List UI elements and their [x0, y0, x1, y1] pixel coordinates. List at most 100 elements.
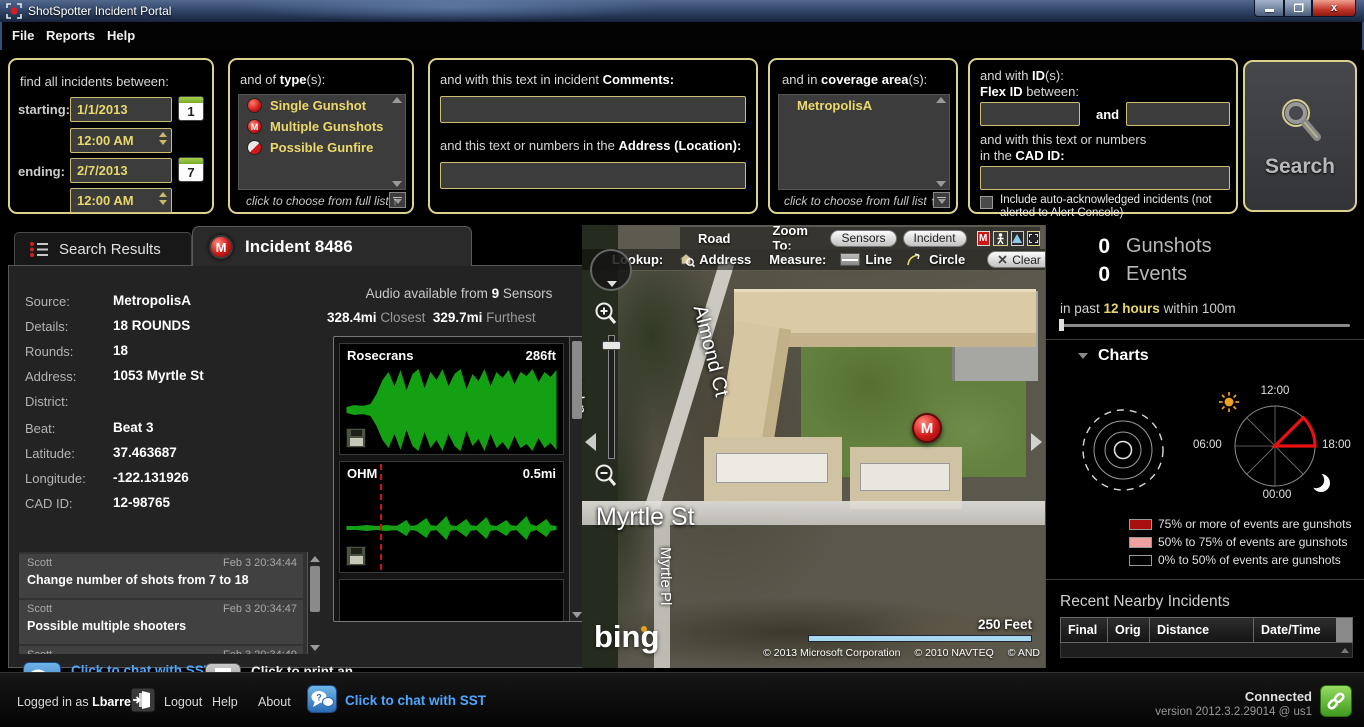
flex-id-to-input[interactable] — [1126, 102, 1230, 126]
map-pan-control[interactable] — [590, 249, 632, 291]
comments-scrollbar[interactable] — [307, 552, 321, 654]
address-filter-input[interactable] — [440, 162, 746, 189]
map-zoom-handle[interactable] — [602, 341, 621, 350]
close-button[interactable]: x — [1312, 0, 1356, 17]
person-icon[interactable] — [993, 231, 1008, 246]
date-panel-title: find all incidents between: — [20, 74, 169, 89]
connection-link-icon[interactable] — [1320, 685, 1352, 717]
starting-date-input[interactable]: 1/1/2013 — [70, 97, 172, 122]
measure-line-button[interactable]: Line — [840, 252, 892, 267]
coverage-item-metropolisa[interactable]: MetropolisA — [779, 95, 949, 116]
pan-right-arrow[interactable] — [1031, 433, 1042, 451]
type-item-multiple-gunshots[interactable]: M Multiple Gunshots — [239, 116, 405, 137]
comments-filter-input[interactable] — [440, 96, 746, 123]
tab-search-results[interactable]: Search Results — [14, 232, 192, 266]
measure-clear-button[interactable]: Clear — [987, 251, 1045, 268]
chat-icon[interactable]: ? — [307, 685, 337, 713]
field-value: 37.463687 — [113, 445, 177, 460]
save-audio-icon[interactable] — [346, 546, 366, 566]
coverage-listbox: MetropolisA — [778, 94, 950, 190]
map-scale-label: 250 Feet — [922, 617, 1032, 632]
coverage-panel-footer[interactable]: click to choose from full list ↑ — [784, 194, 936, 208]
sensor-audio-card-clipped[interactable] — [339, 579, 564, 622]
zoom-to-incident-button[interactable]: Incident — [903, 230, 967, 247]
column-header-datetime: Date/Time — [1254, 618, 1336, 642]
cad-id-input[interactable] — [980, 166, 1230, 190]
sensor-triangle-icon[interactable] — [1011, 231, 1024, 246]
type-panel-title: and of type(s): — [240, 72, 325, 87]
field-value: -122.131926 — [113, 470, 189, 485]
sensor-audio-card[interactable]: Rosecrans 286ft — [339, 343, 564, 455]
events-label: Events — [1126, 263, 1187, 286]
coverage-list-scrollbar[interactable] — [935, 97, 947, 187]
road-view-button[interactable]: Road — [698, 231, 731, 246]
flex-id-from-input[interactable] — [980, 102, 1080, 126]
zoom-in-button[interactable] — [594, 301, 618, 327]
starting-calendar-button[interactable]: 1 — [178, 96, 204, 121]
comment-time: Feb 3 20:34:49 — [223, 649, 297, 654]
sensor-distance: 0.5mi — [523, 466, 556, 481]
select-region-icon[interactable] — [1027, 231, 1040, 246]
incident-type-panel: and of type(s): Single Gunshot M Multipl… — [228, 58, 414, 214]
comment-author: Scott — [27, 603, 52, 615]
sensor-audio-card[interactable]: OHM 0.5mi — [339, 461, 564, 573]
list-icon — [29, 241, 49, 258]
ending-date-input[interactable]: 2/7/2013 — [70, 158, 172, 183]
menu-file[interactable]: File — [12, 28, 34, 43]
logout-icon[interactable] — [130, 687, 156, 713]
menu-reports[interactable]: Reports — [46, 28, 95, 43]
maximize-icon — [1294, 4, 1303, 12]
zoom-to-sensors-button[interactable]: Sensors — [830, 230, 896, 247]
about-button[interactable]: About — [258, 695, 291, 709]
field-value: MetropolisA — [113, 293, 191, 308]
sensor-name: OHM — [347, 466, 377, 481]
starting-time-input[interactable]: 12:00 AM — [70, 128, 172, 153]
time-spinner[interactable] — [159, 132, 167, 145]
cad-id-label-line1: and with this text or numbers — [980, 132, 1146, 147]
scroll-up-icon[interactable] — [1341, 648, 1349, 653]
incident-type-icon[interactable]: M — [977, 231, 990, 246]
legend-item: 50% to 75% of events are gunshots — [1129, 535, 1347, 549]
help-button[interactable]: Help — [212, 695, 238, 709]
incident-marker[interactable]: M — [912, 413, 942, 443]
search-button[interactable]: Search — [1243, 60, 1357, 212]
charts-title: Charts — [1098, 347, 1149, 365]
search-criteria-bar: find all incidents between: starting: 1/… — [0, 50, 1364, 222]
minimize-button[interactable] — [1254, 0, 1284, 17]
lookup-address-button[interactable]: Address — [679, 252, 751, 267]
maximize-button[interactable] — [1284, 0, 1312, 17]
recent-nearby-incidents-title: Recent Nearby Incidents — [1060, 593, 1230, 611]
sensor-name: Rosecrans — [347, 348, 413, 363]
ending-time-input[interactable]: 12:00 AM — [70, 188, 172, 213]
menu-help[interactable]: Help — [107, 28, 135, 43]
charts-section-header[interactable]: Charts — [1078, 347, 1149, 365]
logout-button[interactable]: Logout — [164, 695, 202, 709]
sensor-distance: 286ft — [526, 348, 556, 363]
range-rings-chart — [1080, 407, 1166, 493]
pan-left-arrow[interactable] — [585, 433, 596, 451]
tab-incident-8486[interactable]: M Incident 8486 — [192, 226, 472, 266]
zoom-out-button[interactable] — [594, 463, 618, 489]
include-auto-acknowledged-checkbox[interactable] — [980, 196, 993, 209]
comment-row: Scott Feb 3 20:34:47 Possible multiple s… — [19, 600, 303, 644]
map-copyright: © 2013 Microsoft Corporation © 2010 NAVT… — [700, 647, 1040, 659]
time-range-slider[interactable] — [1060, 324, 1350, 327]
type-item-single-gunshot[interactable]: Single Gunshot — [239, 95, 405, 116]
type-list-scrollbar[interactable] — [391, 97, 403, 187]
map[interactable]: Almond Ct Myrtle St Myrtle Pl Lita Ln M … — [582, 225, 1045, 668]
map-zoom-slider[interactable] — [608, 335, 615, 459]
possible-gunfire-icon — [247, 140, 262, 155]
chat-with-sst-button[interactable]: Click to chat with SST — [345, 693, 486, 708]
ending-calendar-button[interactable]: 7 — [178, 157, 204, 182]
time-range-slider-handle[interactable] — [1059, 319, 1064, 331]
time-spinner[interactable] — [159, 192, 167, 205]
type-item-possible-gunfire[interactable]: Possible Gunfire — [239, 137, 405, 158]
up-arrow-icon: ↑ — [930, 194, 936, 208]
table-scrollbar[interactable] — [1336, 618, 1352, 642]
measure-circle-button[interactable]: Circle — [906, 252, 965, 267]
multiple-gunshots-icon: M — [247, 119, 262, 134]
address-house-icon — [679, 252, 695, 267]
save-audio-icon[interactable] — [346, 428, 366, 448]
field-value: 18 ROUNDS — [113, 318, 190, 333]
type-panel-footer[interactable]: click to choose from full list ↑ — [246, 194, 398, 208]
